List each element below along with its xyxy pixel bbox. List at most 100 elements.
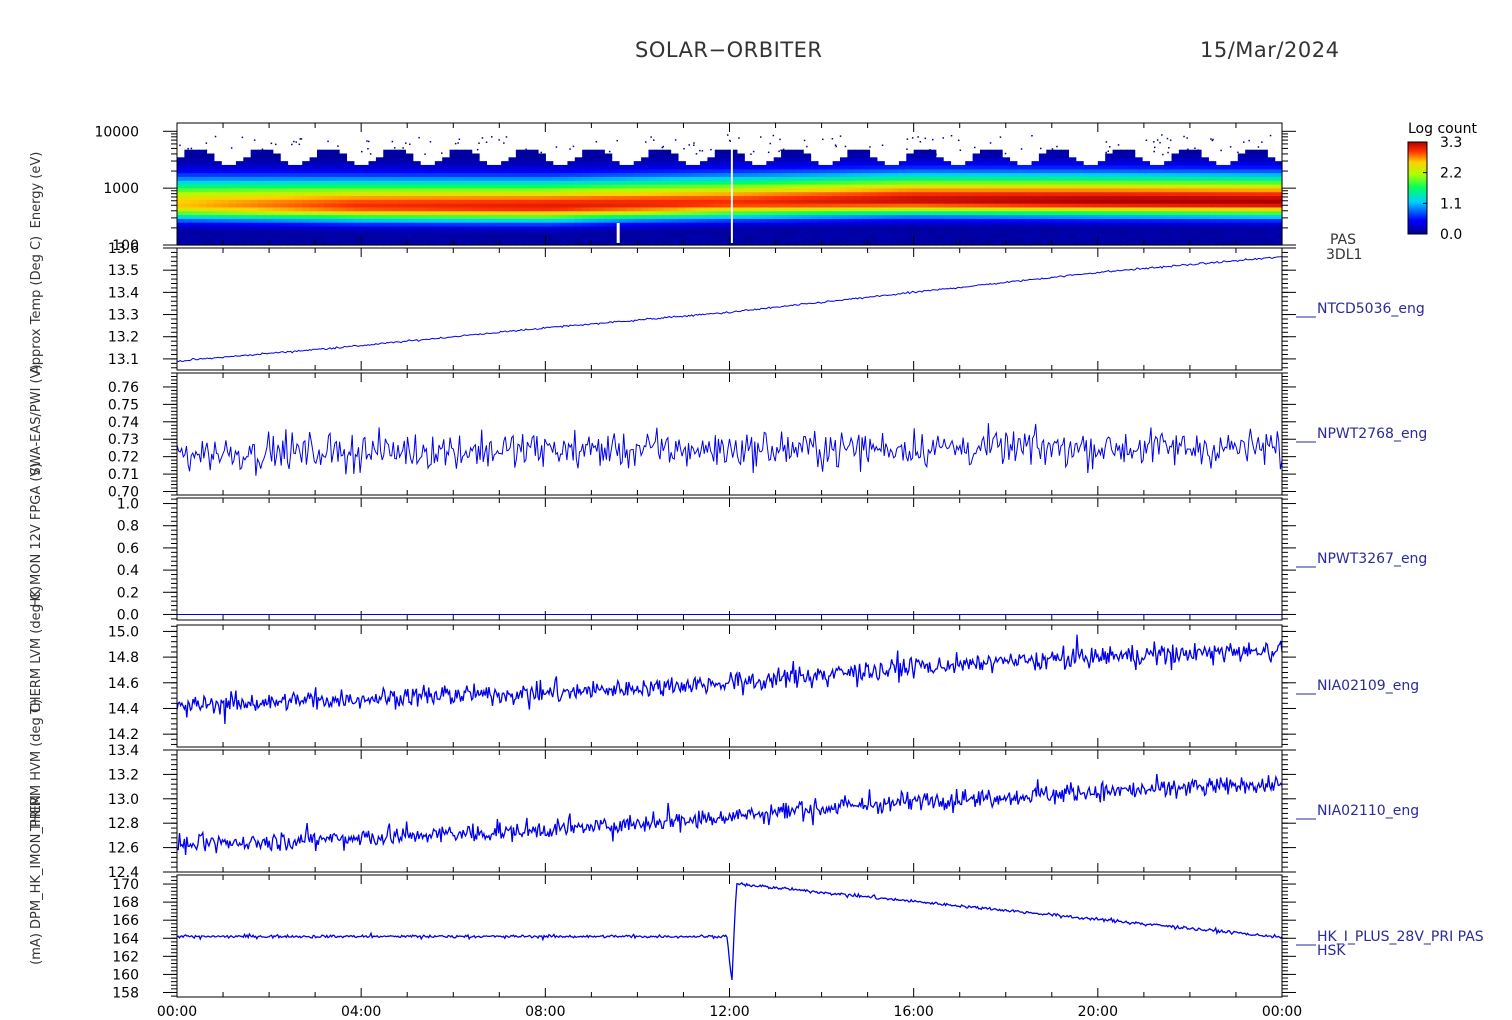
spectrogram-cell [515,168,524,174]
spectrogram-cell [1149,180,1158,185]
spectrogram-cell [442,161,451,166]
spectrogram-cell [353,164,362,170]
spectrogram-cell [641,206,650,212]
spectrogram-cell [803,237,812,242]
ytick-label: 164 [112,931,139,947]
spectrogram-cell [427,187,436,193]
spectrogram-cell [530,218,539,223]
spectrogram-cell [449,199,458,204]
spectrogram-cell [795,229,804,235]
spectrogram-cell [876,168,885,174]
spectrogram-cell [1186,233,1195,238]
spectrogram-cell [375,229,384,235]
spectrogram-cell [736,168,745,174]
spectrogram-speck [291,143,293,146]
spectrogram-cell [1031,222,1040,227]
spectrogram-cell [773,161,782,166]
spectrogram-cell [707,187,716,193]
spectrogram-cell [744,199,753,204]
spectrogram-cell [766,203,775,208]
spectrogram-cell [862,214,871,219]
spectrogram-cell [508,225,517,231]
ytick-label: 14.6 [108,676,139,692]
spectrogram-cell [898,168,907,174]
ylabel: Energy (eV) [29,152,44,229]
spectrogram-cell [773,168,782,174]
spectrogram-cell [493,195,502,200]
spectrogram-cell [1267,229,1276,235]
spectrogram-cell [1016,222,1025,227]
spectrogram-cell [795,233,804,238]
spectrogram-cell [840,172,848,177]
spectrogram-cell [685,168,694,174]
spectrogram-cell [515,176,524,181]
spectrogram-cell [987,184,996,189]
spectrogram-cell [596,210,605,216]
spectrogram-cell [1200,157,1209,162]
spectrogram-cell [1009,172,1018,177]
spectrogram-cell [972,195,981,200]
spectrogram-cell [1164,172,1173,177]
spectrogram-cell [817,229,826,235]
spectrogram-cell [1156,206,1165,212]
spectrogram-cell [471,157,480,162]
spectrogram-cell [1053,187,1062,193]
spectrogram-cell [987,153,996,158]
spectrogram-cell [1009,229,1018,235]
spectrogram-cell [736,180,745,185]
spectrogram-cell [803,222,812,227]
spectrogram-cell [1149,168,1158,174]
spectrogram-cell [1230,176,1239,181]
spectrogram-cell [655,195,664,200]
spectrogram-cell [1127,161,1136,166]
spectrogram-cell [1164,164,1173,170]
data-trace [176,881,1283,980]
spectrogram-cell [501,237,510,242]
spectrogram-cell [714,172,723,177]
spectrogram-cell [405,214,414,219]
spectrogram-cell [1053,180,1062,185]
spectrogram-cell [825,229,834,235]
spectrogram-cell [398,153,406,158]
spectrogram-cell [1061,168,1069,174]
spectrogram-cell [589,172,598,177]
spectrogram-cell [648,222,657,227]
spectrogram-cell [184,191,193,197]
spectrogram-cell [1267,184,1276,189]
spectrogram-cell [1186,184,1195,189]
spectrogram-cell [825,184,834,189]
spectrogram-cell [412,164,421,170]
spectrogram-cell [324,184,333,189]
spectrogram-cell [309,218,318,223]
panel-frame [176,497,1283,621]
spectrogram-cell [641,203,650,208]
spectrogram-cell [648,176,657,181]
spectrogram-cell [191,195,200,200]
spectrogram-cell [869,225,878,231]
spectrogram-cell [1193,229,1202,235]
spectrogram-cell [847,229,856,235]
spectrogram-cell [442,191,451,197]
spectrogram-cell [1245,233,1254,238]
spectrogram-cell [405,191,414,197]
spectrogram-cell [302,199,311,204]
colorbar-strip [1407,141,1428,235]
spectrogram-cell [1075,164,1084,170]
spectrogram-cell [420,225,429,231]
spectrogram-cell [479,176,487,181]
spectrogram-cell [943,225,952,231]
spectrogram-cell [250,225,259,231]
spectrogram-cell [1274,195,1283,200]
spectrogram-cell [471,153,480,158]
spectrogram-cell [626,168,635,174]
spectrogram-cell [604,180,613,185]
spectrogram-cell [412,218,421,223]
spectrogram-cell [582,225,591,231]
spectrogram-cell [456,218,465,223]
spectrogram-cell [1075,233,1084,238]
spectrogram-cell [567,168,576,174]
spectrogram-cell [913,218,922,223]
spectrogram-cell [862,218,871,223]
spectrogram-cell [442,237,451,242]
spectrogram-cell [508,199,517,204]
